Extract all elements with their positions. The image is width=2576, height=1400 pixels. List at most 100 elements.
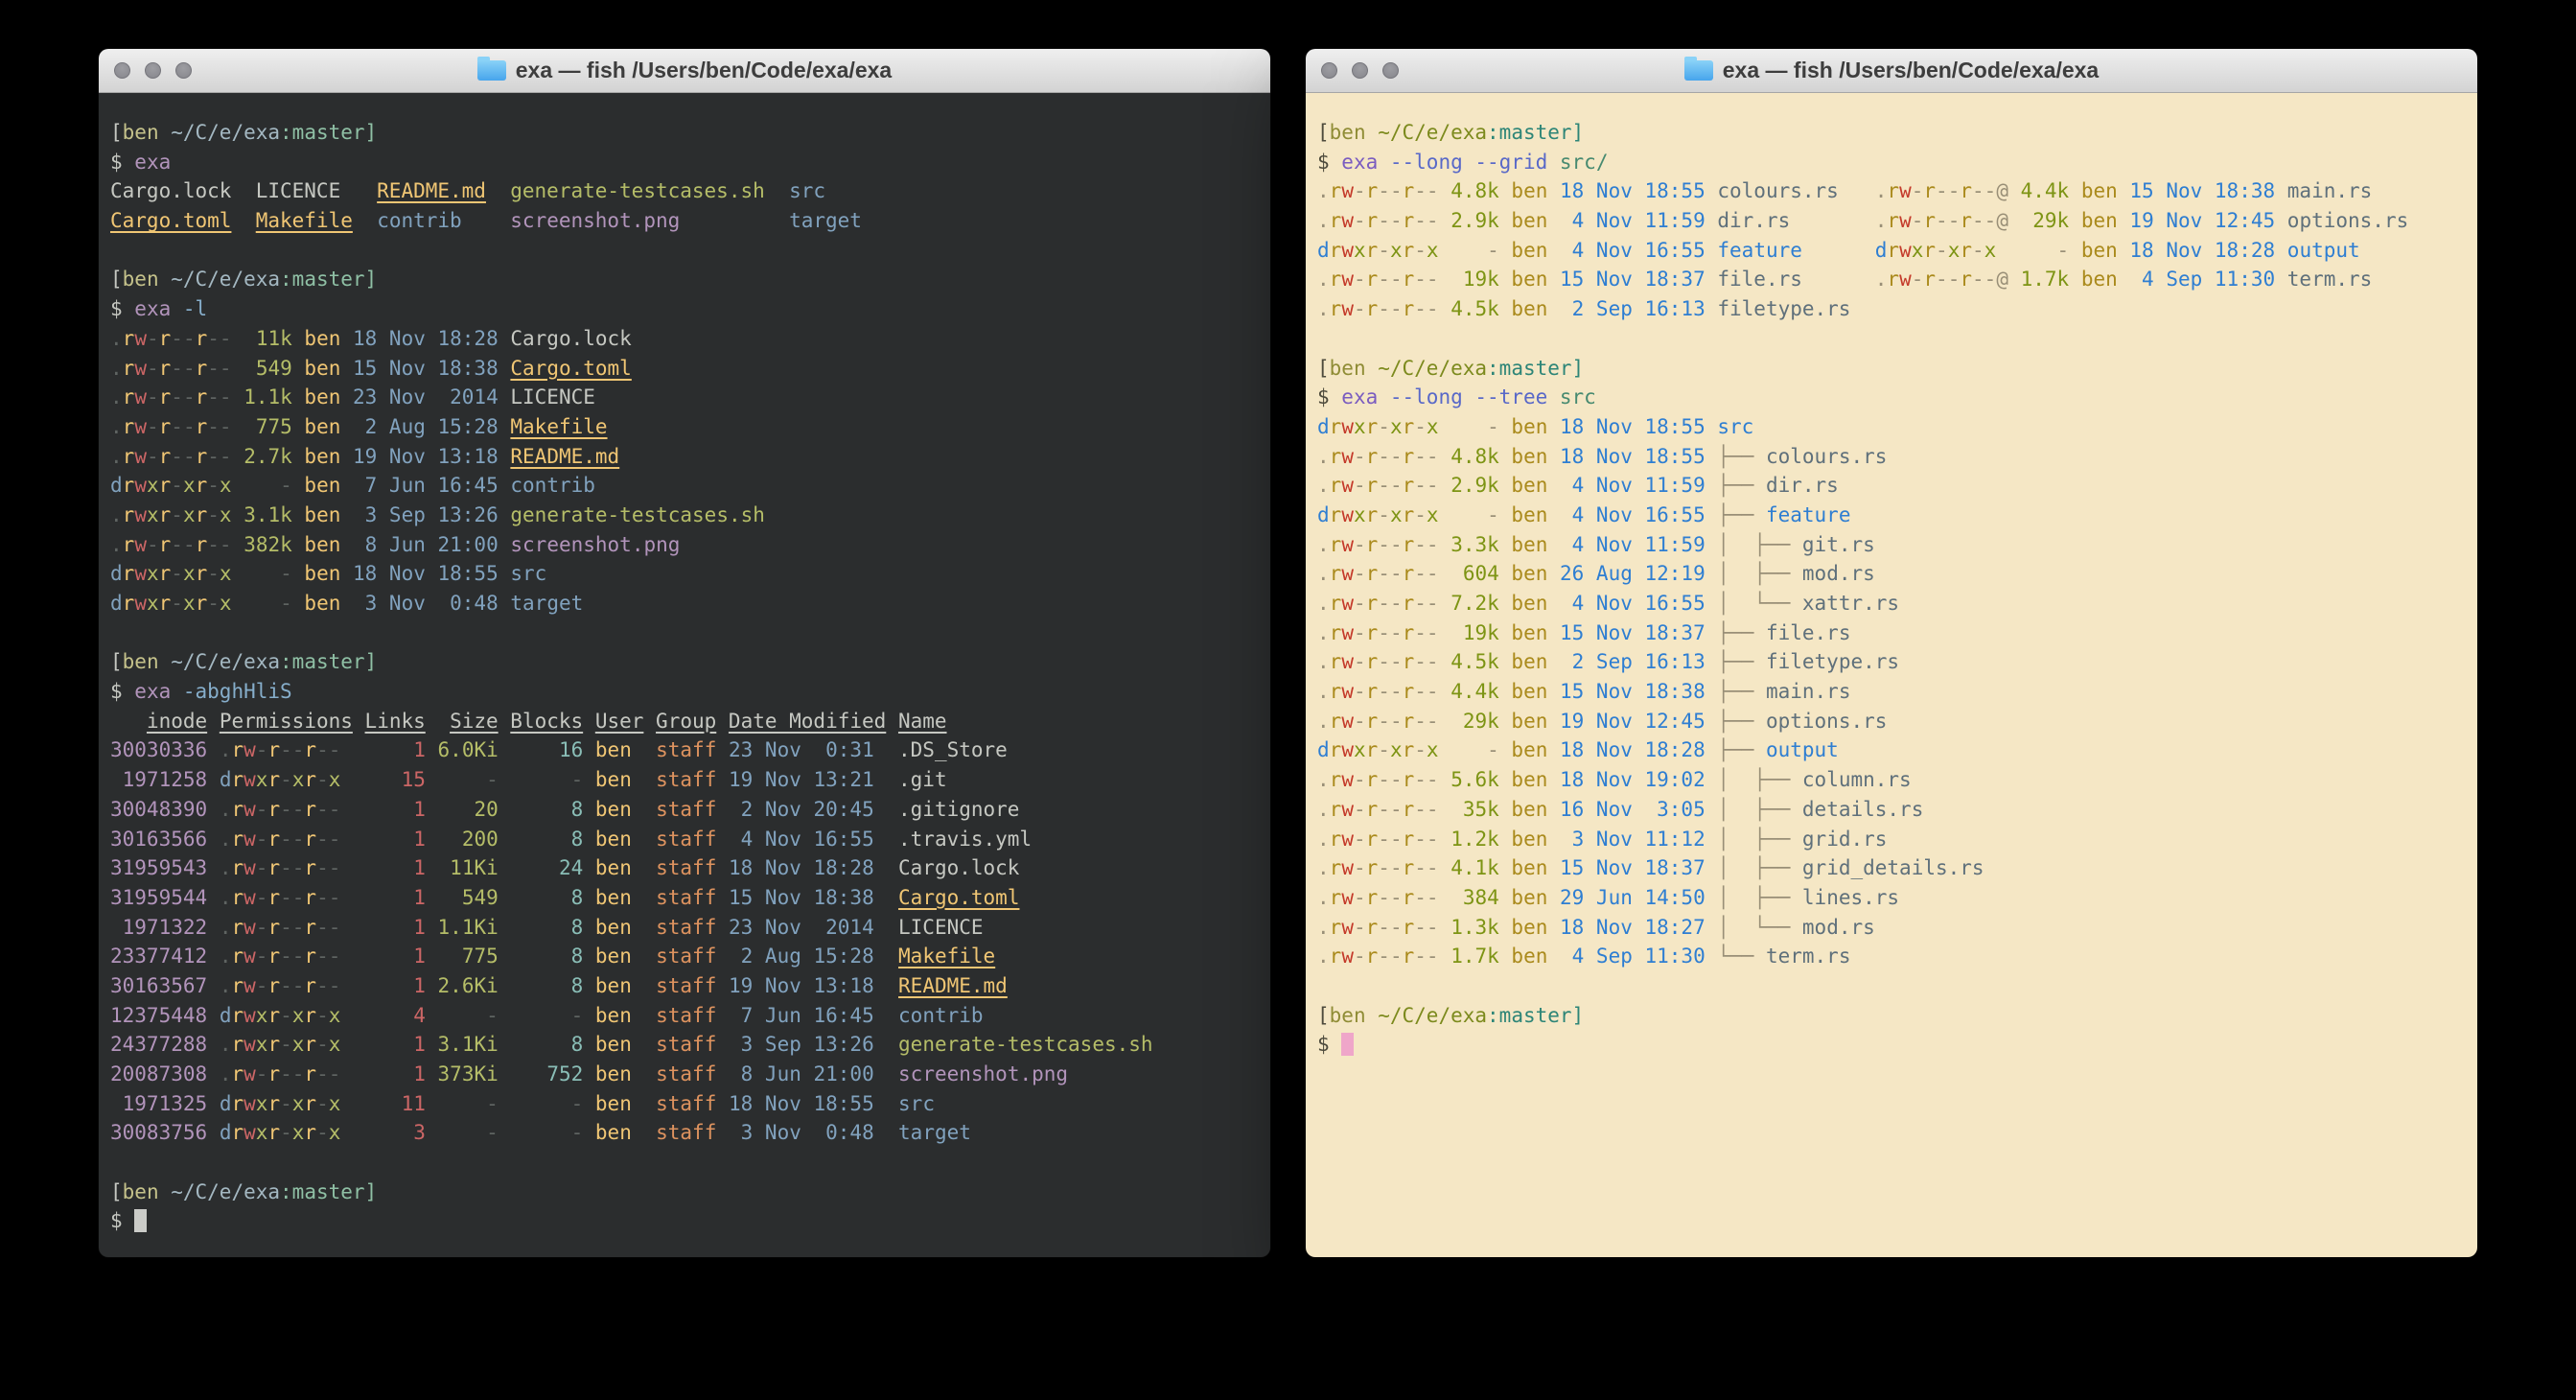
permission-char: r — [1366, 886, 1379, 909]
permission-char: r — [159, 592, 172, 615]
permission-char: - — [280, 798, 292, 821]
text-segment — [1706, 768, 1718, 791]
permission-char: - — [280, 1121, 292, 1144]
text-segment: ben — [1499, 474, 1548, 497]
terminal-line: 30083756 drwxr-xr-x 3 - - ben staff 3 No… — [110, 1118, 1259, 1148]
terminal-line: 30030336 .rw-r--r-- 1 6.0Ki 16 ben staff… — [110, 735, 1259, 765]
text-segment — [874, 1004, 898, 1027]
permission-char: - — [1427, 856, 1439, 879]
text-segment: ben — [583, 1121, 632, 1144]
title-bar[interactable]: exa — fish /Users/ben/Code/exa/exa — [1306, 49, 2477, 93]
terminal-output[interactable]: [ben ~/C/e/exa:master]$ exa --long --gri… — [1306, 93, 2477, 1257]
text-segment: 1 — [340, 798, 426, 821]
permission-char: - — [1414, 533, 1427, 556]
permission-char: . — [220, 945, 232, 968]
permission-char: r — [1330, 945, 1342, 968]
permission-char: - — [1427, 562, 1439, 585]
permission-char: - — [207, 474, 220, 497]
text-segment: 4.5k — [1439, 650, 1499, 673]
text-segment: │ ├── — [1717, 828, 1802, 851]
minimize-button[interactable] — [1352, 62, 1368, 79]
text-segment: -l — [171, 297, 207, 320]
text-segment: ben — [1499, 268, 1548, 291]
text-segment — [207, 828, 220, 851]
permission-char: r — [304, 916, 316, 939]
terminal-line — [110, 236, 1259, 266]
text-segment: ben — [123, 121, 159, 144]
text-segment — [1706, 503, 1718, 526]
permission-char: r — [304, 768, 316, 791]
text-segment: │ └── — [1717, 916, 1802, 939]
permission-char: - — [147, 445, 159, 468]
text-segment: Makefile — [510, 415, 607, 438]
text-segment: --long --grid — [1378, 151, 1547, 174]
title-bar[interactable]: exa — fish /Users/ben/Code/exa/exa — [99, 49, 1270, 93]
permission-char: . — [1317, 886, 1330, 909]
text-segment: │ ├── — [1717, 533, 1802, 556]
permission-char: r — [231, 798, 244, 821]
permission-char: - — [183, 385, 196, 408]
permission-char: r — [267, 1004, 280, 1027]
permission-char: w — [244, 828, 256, 851]
permission-char: - — [220, 533, 232, 556]
permission-char: - — [1972, 268, 1984, 291]
close-button[interactable] — [114, 62, 130, 79]
zoom-button[interactable] — [175, 62, 192, 79]
permission-char: . — [110, 503, 123, 526]
text-segment: dir.rs — [1766, 474, 1839, 497]
text-segment: ├── — [1717, 738, 1766, 761]
text-segment: ~/C/e/exa — [159, 650, 280, 673]
text-segment: -abghHliS — [171, 680, 291, 703]
permission-char: - — [171, 357, 183, 380]
permission-char: - — [256, 974, 268, 997]
permission-char: r — [159, 385, 172, 408]
block-cursor — [134, 1209, 147, 1232]
terminal-line: drwxr-xr-x - ben 3 Nov 0:48 target — [110, 589, 1259, 618]
text-segment — [2275, 239, 2287, 262]
text-segment: screenshot.png — [510, 533, 680, 556]
permission-char: - — [256, 1062, 268, 1085]
text-segment: exa — [134, 680, 171, 703]
permission-char: . — [1317, 592, 1330, 615]
permission-char: w — [244, 974, 256, 997]
text-segment — [765, 179, 789, 202]
permission-char: - — [1414, 415, 1427, 438]
permission-char: r — [231, 1033, 244, 1056]
text-segment: [ — [110, 1180, 123, 1203]
permission-char: - — [292, 886, 305, 909]
terminal-line: 23377412 .rw-r--r-- 1 775 8 ben staff 2 … — [110, 942, 1259, 971]
text-segment — [886, 710, 898, 733]
minimize-button[interactable] — [145, 62, 161, 79]
text-segment: :master] — [1487, 357, 1584, 380]
permission-char: . — [1317, 710, 1330, 733]
zoom-button[interactable] — [1382, 62, 1399, 79]
permission-char: r — [123, 592, 135, 615]
permission-char: - — [292, 798, 305, 821]
text-segment: ben — [1499, 738, 1548, 761]
permission-char: r — [1330, 415, 1342, 438]
terminal-output[interactable]: [ben ~/C/e/exa:master]$ exaCargo.lock LI… — [99, 93, 1270, 1257]
permission-char: r — [159, 357, 172, 380]
text-segment: 200 — [426, 828, 499, 851]
permission-char: . — [1317, 945, 1330, 968]
text-segment: 4 Sep 11:30 — [1547, 945, 1705, 968]
permission-char: - — [1390, 179, 1403, 202]
permission-char: x — [1912, 239, 1924, 262]
permission-char: w — [1341, 650, 1354, 673]
permission-char: - — [183, 357, 196, 380]
text-segment: - - — [426, 1092, 583, 1115]
text-segment: 1 — [340, 856, 426, 879]
permission-char: - — [1354, 562, 1366, 585]
permission-char: - — [316, 828, 329, 851]
text-segment — [426, 710, 450, 733]
text-segment: 1971322 — [110, 916, 207, 939]
permission-char: r — [231, 886, 244, 909]
permission-char: x — [256, 1004, 268, 1027]
permission-char: r — [304, 798, 316, 821]
permission-char: - — [1354, 680, 1366, 703]
permission-char: r — [1403, 945, 1415, 968]
permission-char: - — [1427, 592, 1439, 615]
permission-char: r — [1366, 503, 1379, 526]
text-segment: 18 Nov 18:28 — [716, 856, 873, 879]
close-button[interactable] — [1321, 62, 1337, 79]
